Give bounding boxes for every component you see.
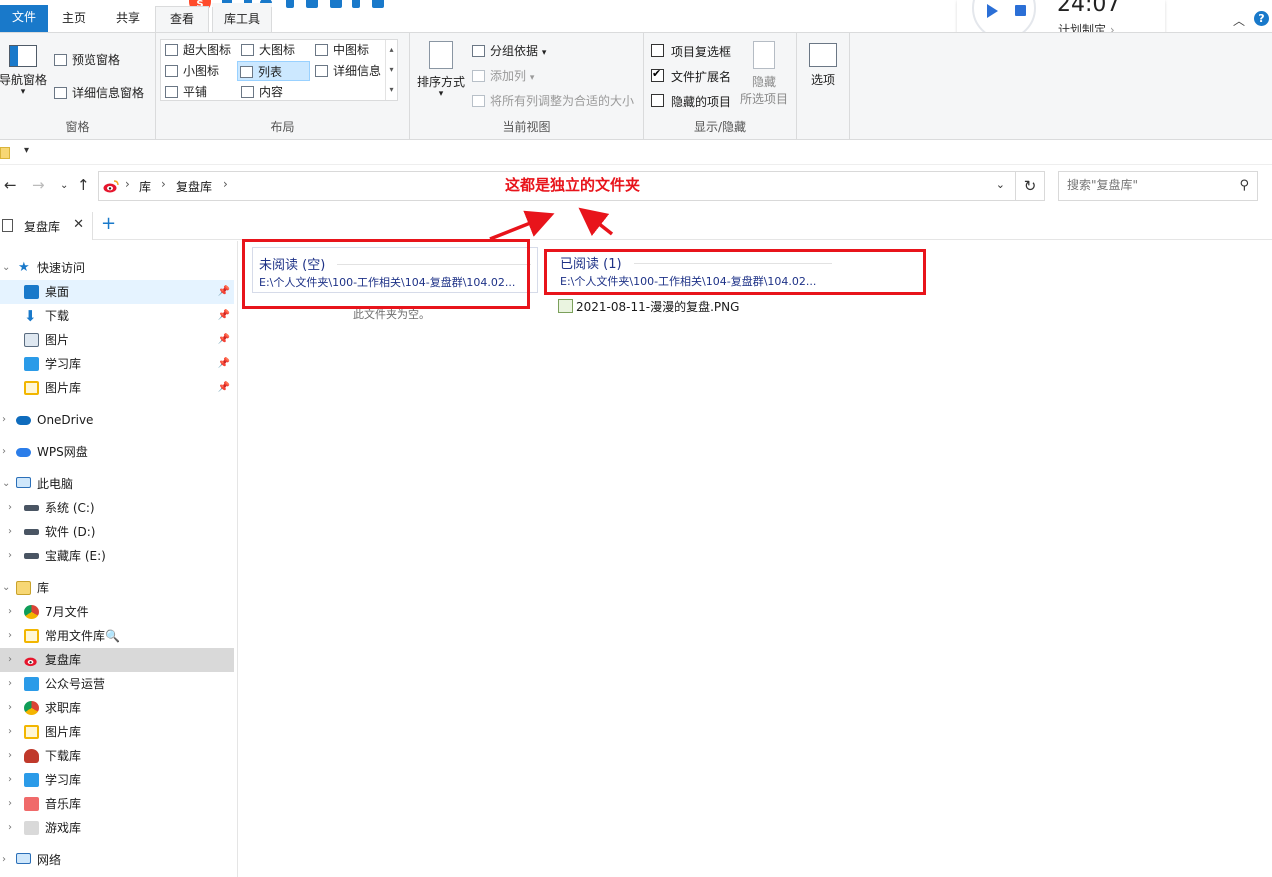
annotation-arrow-left: [489, 210, 555, 241]
annotation-arrows: [489, 207, 614, 241]
annotation-arrow-right: [578, 207, 614, 236]
